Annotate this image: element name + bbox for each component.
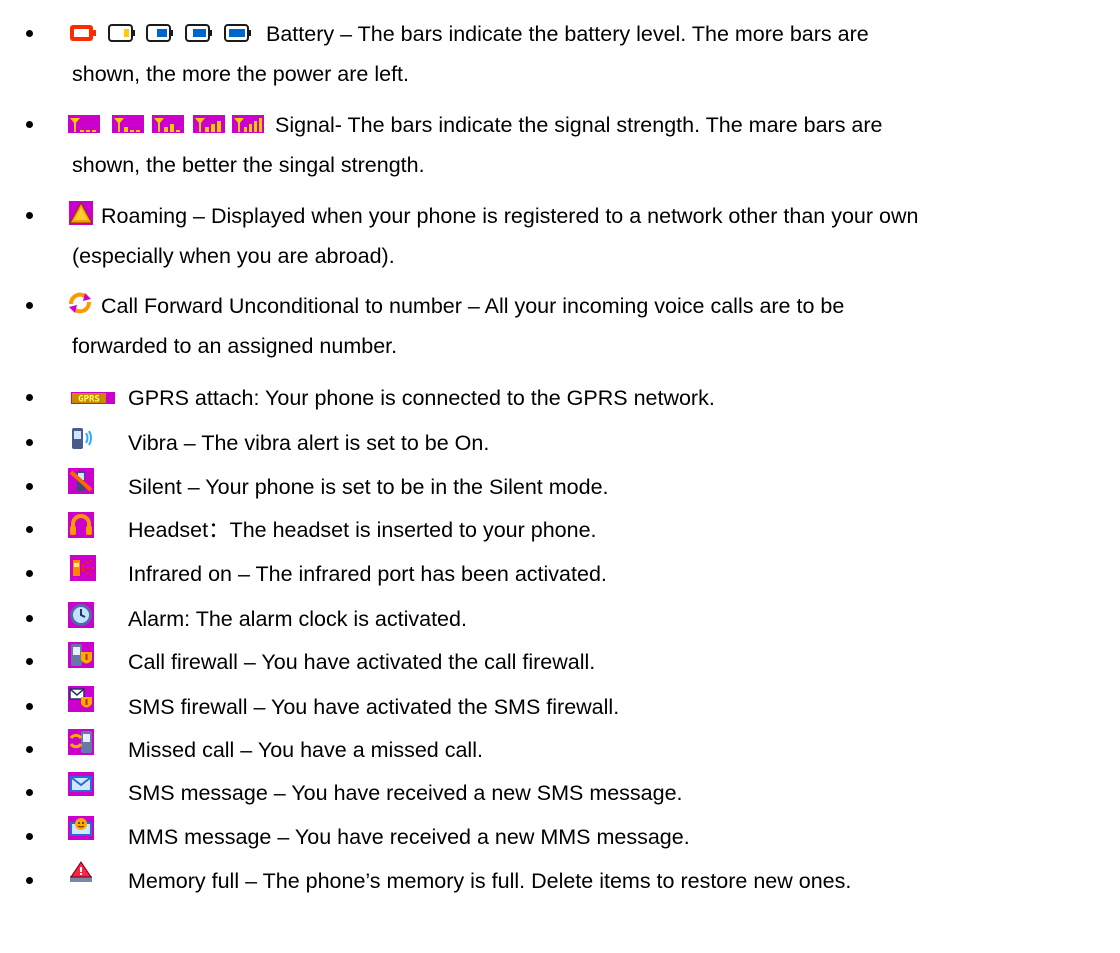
gprs-icon-label: GPRS bbox=[78, 395, 100, 405]
bullet bbox=[26, 212, 33, 219]
bullet bbox=[26, 483, 33, 490]
gprs-icon: GPRS bbox=[71, 392, 115, 404]
battery-1bar-icon bbox=[108, 22, 136, 44]
item-text-line-2: forwarded to an assigned number. bbox=[72, 334, 398, 358]
bullet bbox=[26, 833, 33, 840]
signal-full-icon bbox=[232, 115, 264, 133]
call-firewall-icon bbox=[68, 642, 94, 668]
bullet bbox=[26, 121, 33, 128]
battery-full-icon bbox=[224, 22, 252, 44]
silent-icon bbox=[68, 468, 94, 494]
bullet bbox=[26, 526, 33, 533]
signal-3bar-icon bbox=[193, 115, 225, 133]
signal-1bar-icon bbox=[112, 115, 144, 133]
item-text-line-1: Infrared on – The infrared port has been… bbox=[128, 562, 607, 586]
bullet bbox=[26, 658, 33, 665]
sms-firewall-icon bbox=[68, 686, 94, 712]
bullet bbox=[26, 615, 33, 622]
item-text-line-1: SMS message – You have received a new SM… bbox=[128, 781, 683, 805]
bullet bbox=[26, 30, 33, 37]
bullet bbox=[26, 439, 33, 446]
item-text-line-1: Roaming – Displayed when your phone is r… bbox=[101, 204, 919, 228]
item-text-line-1: Silent – Your phone is set to be in the … bbox=[128, 475, 609, 499]
roaming-icon bbox=[69, 201, 93, 225]
item-text-line-2: (especially when you are abroad). bbox=[72, 244, 395, 268]
missed-call-icon bbox=[68, 729, 94, 755]
bullet bbox=[26, 394, 33, 401]
call-forward-icon bbox=[67, 290, 93, 316]
headset-icon bbox=[68, 512, 94, 538]
signal-2bar-icon bbox=[152, 115, 184, 133]
alarm-icon bbox=[68, 602, 94, 628]
item-text-line-1: Alarm: The alarm clock is activated. bbox=[128, 607, 467, 631]
bullet bbox=[26, 877, 33, 884]
item-text-line-1: Call Forward Unconditional to number – A… bbox=[101, 294, 845, 318]
battery-3bar-icon bbox=[185, 22, 213, 44]
item-text-line-1: Signal- The bars indicate the signal str… bbox=[275, 113, 883, 137]
item-text-line-2: shown, the better the singal strength. bbox=[72, 153, 425, 177]
bullet bbox=[26, 746, 33, 753]
item-text-line-1: Memory full – The phone’s memory is full… bbox=[128, 869, 852, 893]
item-text-line-1: SMS firewall – You have activated the SM… bbox=[128, 695, 620, 719]
vibra-icon bbox=[68, 426, 94, 452]
item-text-line-1: Call firewall – You have activated the c… bbox=[128, 650, 596, 674]
sms-message-icon bbox=[68, 772, 94, 796]
item-text-line-2: shown, the more the power are left. bbox=[72, 62, 410, 86]
battery-2bar-icon bbox=[146, 22, 174, 44]
battery-empty-icon bbox=[69, 22, 97, 44]
item-text-line-1: GPRS attach: Your phone is connected to … bbox=[128, 386, 715, 410]
bullet bbox=[26, 703, 33, 710]
mms-message-icon bbox=[68, 816, 94, 840]
item-text-line-1: MMS message – You have received a new MM… bbox=[128, 825, 690, 849]
item-text-line-1: Missed call – You have a missed call. bbox=[128, 738, 483, 762]
item-text-line-1: Vibra – The vibra alert is set to be On. bbox=[128, 431, 490, 455]
bullet bbox=[26, 302, 33, 309]
memory-full-icon bbox=[68, 860, 94, 884]
item-text-line-1: Battery – The bars indicate the battery … bbox=[266, 22, 869, 46]
item-text-line-1: Headset：The headset is inserted to your … bbox=[128, 518, 597, 542]
infrared-icon bbox=[70, 555, 96, 581]
signal-0bar-icon bbox=[68, 115, 100, 133]
bullet bbox=[26, 789, 33, 796]
bullet bbox=[26, 570, 33, 577]
